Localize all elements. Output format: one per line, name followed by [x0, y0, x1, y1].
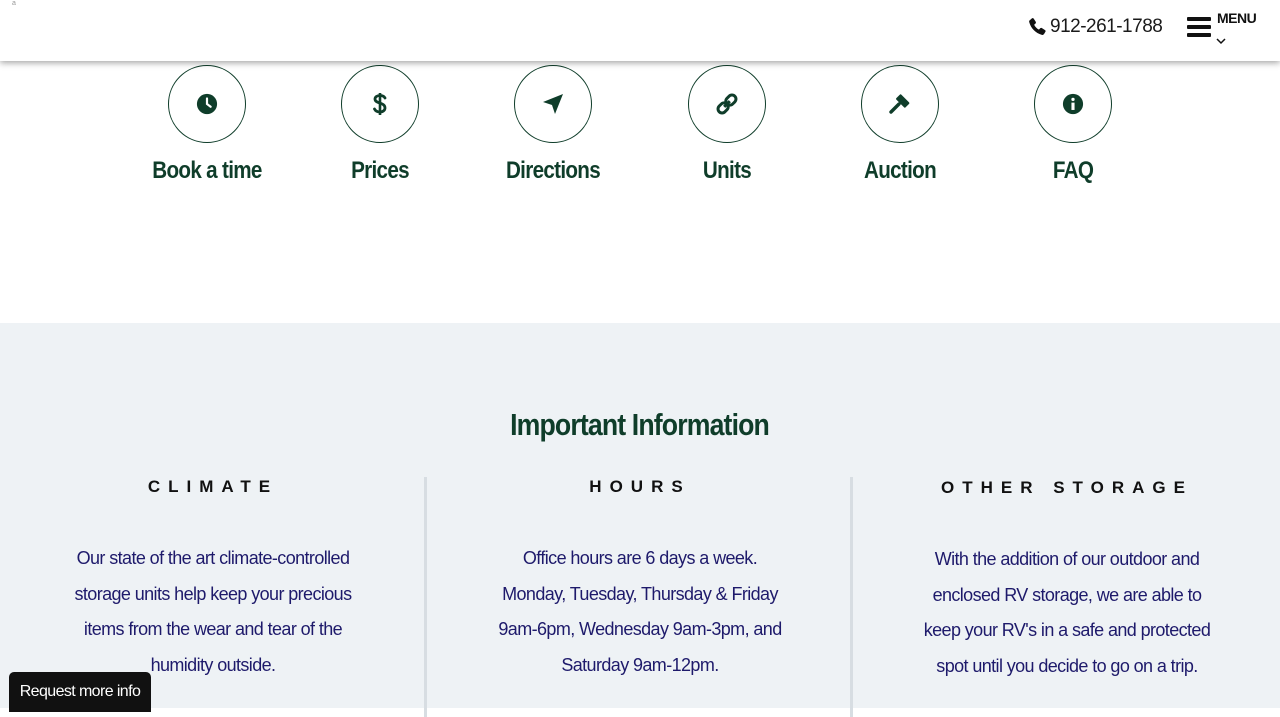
- phone-number: 912-261-1788: [1050, 16, 1163, 37]
- quick-links: Book a time Prices Directions Units Auct…: [0, 61, 1280, 323]
- request-more-info-button[interactable]: Request more info: [9, 672, 151, 712]
- column-heading: OTHER STORAGE: [941, 478, 1193, 497]
- quick-link-label: FAQ: [1052, 157, 1094, 184]
- link-icon: [716, 93, 738, 115]
- corner-mark: a: [12, 0, 16, 7]
- section-title: Important Information: [510, 407, 771, 442]
- clock-icon: [196, 93, 218, 115]
- quick-link-label: Prices: [351, 157, 410, 184]
- quick-link-circle: [861, 65, 939, 143]
- column-divider: [850, 477, 853, 717]
- location-arrow-icon: [543, 94, 563, 114]
- quick-link-label: Directions: [505, 157, 601, 184]
- chevron-down-icon: [1216, 38, 1226, 45]
- column-divider: [424, 477, 427, 717]
- column-text: Our state of the art climate-controlled …: [74, 548, 353, 675]
- column-text: Office hours are 6 days a week. Monday, T…: [490, 541, 790, 683]
- quick-link-circle: [168, 65, 246, 143]
- quick-link-circle: [514, 65, 592, 143]
- quick-link-units[interactable]: Units: [647, 65, 807, 185]
- hours-line: Office hours are 6 days a week.: [522, 548, 758, 568]
- quick-link-book-a-time[interactable]: Book a time: [127, 65, 287, 185]
- gavel-icon: [889, 94, 910, 114]
- climate-column: CLIMATE Our state of the art climate-con…: [63, 477, 363, 683]
- site-header: a 912-261-1788 MENU: [0, 0, 1280, 61]
- quick-link-faq[interactable]: FAQ: [993, 65, 1153, 185]
- quick-link-prices[interactable]: Prices: [300, 65, 460, 185]
- hamburger-icon: [1187, 17, 1211, 37]
- quick-link-auction[interactable]: Auction: [820, 65, 980, 185]
- column-text: With the addition of our outdoor and enc…: [923, 549, 1211, 676]
- menu-label: MENU: [1217, 10, 1257, 26]
- hours-column: HOURS Office hours are 6 days a week. Mon…: [490, 477, 790, 683]
- quick-link-directions[interactable]: Directions: [473, 65, 633, 185]
- dollar-icon: [373, 93, 387, 115]
- quick-link-label: Book a time: [152, 157, 262, 184]
- quick-link-circle: [341, 65, 419, 143]
- menu-button[interactable]: MENU: [1187, 10, 1257, 54]
- column-heading: CLIMATE: [147, 477, 279, 496]
- quick-link-label: Auction: [863, 157, 937, 184]
- info-icon: [1062, 93, 1084, 115]
- phone-icon: [1029, 18, 1046, 35]
- quick-link-circle: [688, 65, 766, 143]
- phone-link[interactable]: 912-261-1788: [1026, 15, 1163, 39]
- quick-link-circle: [1034, 65, 1112, 143]
- important-information-section: Important Information CLIMATE Our state …: [0, 323, 1280, 717]
- quick-link-label: Units: [702, 157, 752, 184]
- column-heading: HOURS: [589, 477, 691, 496]
- hours-schedule: Monday, Tuesday, Thursday & Friday 9am-6…: [498, 583, 782, 675]
- other-storage-column: OTHER STORAGE With the addition of our o…: [917, 477, 1217, 684]
